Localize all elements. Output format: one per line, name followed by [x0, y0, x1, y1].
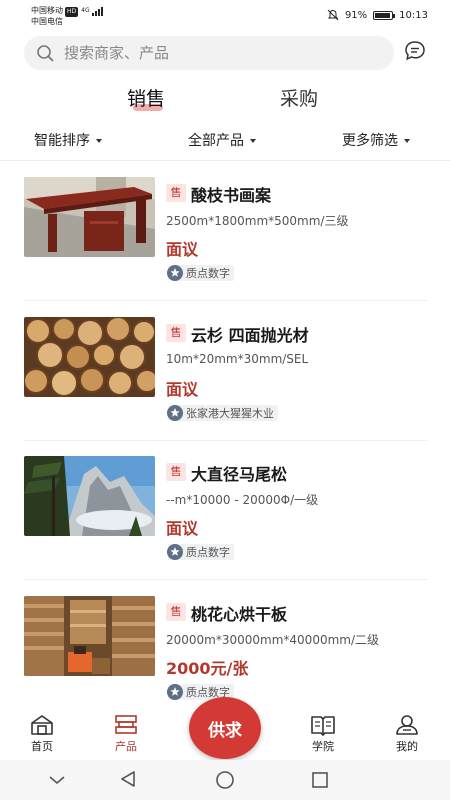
filter-products[interactable]: 全部产品 — [188, 130, 256, 150]
tab-purchase[interactable]: 采购 — [280, 84, 318, 111]
supply-demand-button[interactable]: 供求 — [189, 697, 261, 759]
product-image-log-pile[interactable] — [24, 317, 155, 397]
caret-down-icon — [96, 139, 102, 143]
hd-badge: HD — [65, 7, 79, 17]
system-nav-bar — [0, 760, 450, 800]
carrier-2: 中国电信 — [31, 17, 63, 26]
product-price: 2000元/张 — [166, 659, 249, 678]
filter-sort-label: 智能排序 — [34, 133, 90, 149]
message-icon[interactable] — [404, 40, 426, 62]
carrier-info: 中国移动 HD 4G 中国电信 — [31, 6, 104, 27]
back-icon[interactable] — [119, 770, 137, 788]
status-right: 91% 10:13 — [327, 9, 428, 21]
filter-sort[interactable]: 智能排序 — [34, 130, 102, 150]
sale-badge: 售 — [166, 463, 186, 481]
product-card[interactable]: 售 云杉 四面抛光材 10m*20mm*30mm/SEL 面议 张家港大猩猩木业 — [24, 317, 428, 457]
sale-badge: 售 — [166, 603, 186, 621]
carrier-1: 中国移动 — [31, 6, 63, 15]
network-type: 4G — [81, 7, 90, 14]
product-price: 面议 — [166, 519, 199, 538]
filter-products-label: 全部产品 — [188, 133, 244, 149]
status-bar: 中国移动 HD 4G 中国电信 91% 10:13 — [0, 0, 450, 30]
divider — [24, 579, 428, 580]
company-name: 质点数字 — [186, 267, 230, 280]
shield-icon — [167, 265, 183, 281]
product-title: 酸枝书画案 — [191, 186, 272, 205]
battery-icon — [373, 10, 396, 20]
divider — [24, 440, 428, 441]
company-tag[interactable]: 质点数字 — [167, 544, 234, 560]
filter-more-label: 更多筛选 — [342, 133, 398, 149]
search-bar[interactable] — [24, 36, 394, 70]
product-card[interactable]: 售 酸枝书画案 2500m*1800mm*500mm/三级 面议 质点数字 — [24, 177, 428, 317]
nav-school-label: 学院 — [312, 740, 334, 753]
sale-badge: 售 — [166, 184, 186, 202]
company-tag[interactable]: 质点数字 — [167, 265, 234, 281]
nav-products[interactable]: 产品 — [96, 714, 156, 754]
caret-down-icon — [250, 139, 256, 143]
company-tag[interactable]: 张家港大猩猩木业 — [167, 405, 278, 421]
product-spec: 10m*20mm*30mm/SEL — [166, 352, 309, 366]
nav-mine-label: 我的 — [396, 740, 418, 753]
shield-icon — [167, 684, 183, 700]
shield-icon — [167, 405, 183, 421]
product-title: 云杉 四面抛光材 — [191, 326, 309, 345]
main-tabs: 销售 采购 — [0, 84, 450, 120]
mute-icon — [327, 9, 339, 21]
product-title: 桃花心烘干板 — [191, 605, 288, 624]
nav-school[interactable]: 学院 — [293, 714, 353, 754]
product-image-lumber-warehouse[interactable] — [24, 596, 155, 676]
divider — [0, 160, 450, 161]
nav-home[interactable]: 首页 — [12, 714, 72, 754]
product-price: 面议 — [166, 380, 199, 399]
search-icon — [37, 45, 54, 62]
recents-icon[interactable] — [311, 771, 329, 789]
sale-badge: 售 — [166, 324, 186, 342]
product-spec: --m*10000 - 20000Φ/一级 — [166, 493, 319, 507]
product-price: 面议 — [166, 240, 199, 259]
company-name: 质点数字 — [186, 546, 230, 559]
company-name: 张家港大猩猩木业 — [186, 407, 274, 420]
product-card[interactable]: 售 大直径马尾松 --m*10000 - 20000Φ/一级 面议 质点数字 — [24, 456, 428, 596]
battery-percent: 91% — [344, 9, 368, 21]
clock: 10:13 — [399, 9, 428, 21]
chevron-down-icon[interactable] — [48, 774, 66, 786]
nav-mine[interactable]: 我的 — [377, 714, 437, 754]
nav-home-label: 首页 — [31, 740, 53, 753]
divider — [24, 300, 428, 301]
product-spec: 2500m*1800mm*500mm/三级 — [166, 214, 349, 228]
book-icon — [311, 716, 335, 736]
nav-products-label: 产品 — [115, 740, 137, 753]
home-icon — [31, 715, 53, 735]
tab-sale[interactable]: 销售 — [127, 84, 165, 111]
product-spec: 20000m*30000mm*40000mm/二级 — [166, 633, 380, 647]
caret-down-icon — [404, 139, 410, 143]
signal-icon — [91, 6, 104, 16]
filter-bar: 智能排序 全部产品 更多筛选 — [0, 130, 450, 152]
product-title: 大直径马尾松 — [191, 465, 288, 484]
product-image-pine-mountain[interactable] — [24, 456, 155, 536]
shield-icon — [167, 544, 183, 560]
products-icon — [115, 715, 137, 734]
user-icon — [396, 715, 418, 735]
product-image-rosewood-table[interactable] — [24, 177, 155, 257]
filter-more[interactable]: 更多筛选 — [342, 130, 410, 150]
home-button-icon[interactable] — [215, 770, 235, 790]
search-input[interactable] — [64, 44, 364, 62]
